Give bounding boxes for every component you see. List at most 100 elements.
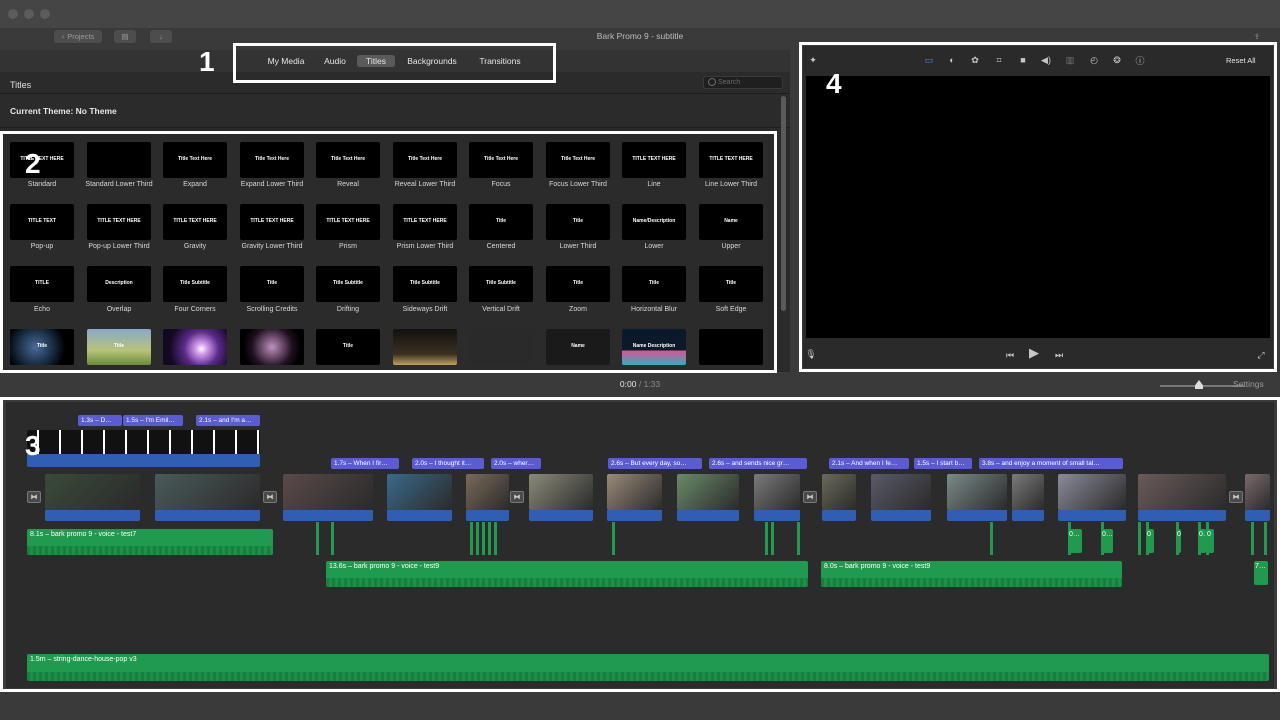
title-tile[interactable] bbox=[240, 329, 304, 365]
title-tile[interactable]: Title bbox=[622, 266, 686, 302]
video-clip[interactable] bbox=[607, 474, 662, 510]
video-clip[interactable] bbox=[283, 474, 373, 510]
title-tile[interactable]: Title bbox=[546, 266, 610, 302]
title-tile[interactable]: TITLE TEXT HERE bbox=[10, 142, 74, 178]
title-tile[interactable]: TITLE TEXT HERE bbox=[163, 204, 227, 240]
video-clip[interactable] bbox=[754, 474, 800, 510]
title-tile[interactable]: Title Text Here bbox=[393, 142, 457, 178]
video-clip[interactable] bbox=[387, 474, 452, 510]
audio-snippet[interactable] bbox=[612, 522, 615, 555]
transition-icon[interactable]: ⧓ bbox=[263, 491, 277, 503]
audio-snippet[interactable] bbox=[1138, 522, 1141, 555]
share-icon[interactable]: ⇪ bbox=[1250, 30, 1264, 43]
audio-clip[interactable]: 0… bbox=[1068, 529, 1082, 553]
video-clip[interactable] bbox=[677, 474, 739, 510]
title-clip[interactable]: 2.1s – And when I fe… bbox=[829, 458, 909, 469]
title-tile[interactable]: Name Description bbox=[622, 329, 686, 365]
skip-back-icon[interactable]: ⏮ bbox=[1003, 349, 1017, 361]
video-clip[interactable] bbox=[155, 474, 260, 510]
browser-scrollbar[interactable] bbox=[781, 96, 786, 311]
preview-screen[interactable] bbox=[806, 76, 1270, 338]
video-clip[interactable] bbox=[1245, 474, 1270, 510]
title-tile[interactable]: Description bbox=[87, 266, 151, 302]
audio-snippet[interactable] bbox=[331, 522, 334, 555]
audio-clip[interactable]: 0 bbox=[1176, 529, 1181, 553]
audio-snippet[interactable] bbox=[482, 522, 485, 555]
audio-snippet[interactable] bbox=[470, 522, 473, 555]
audio-clip[interactable]: 7… bbox=[1254, 561, 1268, 585]
title-tile[interactable] bbox=[699, 329, 763, 365]
tab-backgrounds[interactable]: Backgrounds bbox=[404, 55, 460, 67]
play-icon[interactable]: ▶ bbox=[1027, 345, 1041, 360]
video-clip[interactable] bbox=[1138, 474, 1226, 510]
title-tile[interactable]: TITLE TEXT HERE bbox=[240, 204, 304, 240]
title-tile[interactable]: Title Subtitle bbox=[316, 266, 380, 302]
audio-snippet[interactable] bbox=[494, 522, 497, 555]
title-tile[interactable]: Title bbox=[10, 329, 74, 365]
title-tile[interactable]: Title Text Here bbox=[316, 142, 380, 178]
audio-snippet[interactable] bbox=[797, 522, 800, 555]
title-tile[interactable]: Name/Description bbox=[622, 204, 686, 240]
title-tile[interactable]: TITLE TEXT HERE bbox=[622, 142, 686, 178]
title-clip[interactable]: 2.0s – I thought it… bbox=[412, 458, 484, 469]
title-tile[interactable]: Title bbox=[316, 329, 380, 365]
title-tile[interactable]: TITLE TEXT bbox=[10, 204, 74, 240]
video-clip[interactable] bbox=[45, 474, 140, 510]
tab-my-media[interactable]: My Media bbox=[262, 55, 310, 67]
transition-icon[interactable]: ⧓ bbox=[510, 491, 524, 503]
audio-snippet[interactable] bbox=[765, 522, 768, 555]
title-tile[interactable]: TITLE TEXT HERE bbox=[699, 142, 763, 178]
tab-audio[interactable]: Audio bbox=[320, 55, 350, 67]
reset-all-button[interactable]: Reset All bbox=[1226, 56, 1256, 65]
title-tile[interactable]: Title Subtitle bbox=[393, 266, 457, 302]
audio-clip[interactable]: 0 bbox=[1206, 529, 1214, 553]
title-tile[interactable]: TITLE bbox=[10, 266, 74, 302]
title-tile[interactable] bbox=[87, 142, 151, 178]
color-palette-icon[interactable]: ✿ bbox=[968, 54, 982, 66]
color-balance-icon[interactable]: ◐ bbox=[945, 54, 959, 66]
video-clip[interactable] bbox=[466, 474, 509, 510]
title-clip[interactable]: 1.5s – I'm Emil… bbox=[123, 415, 183, 426]
settings-button[interactable]: Settings bbox=[1233, 379, 1264, 389]
title-tile[interactable]: Name bbox=[546, 329, 610, 365]
fullscreen-icon[interactable]: ⤢ bbox=[1254, 349, 1268, 361]
title-tile[interactable]: TITLE TEXT HERE bbox=[393, 204, 457, 240]
equalizer-icon[interactable]: ▥ bbox=[1063, 54, 1077, 66]
magic-wand-icon[interactable]: ✦ bbox=[806, 54, 820, 66]
title-strip[interactable] bbox=[27, 430, 260, 454]
transition-icon[interactable]: ⧓ bbox=[803, 491, 817, 503]
title-tile[interactable]: Name bbox=[699, 204, 763, 240]
skip-forward-icon[interactable]: ⏭ bbox=[1052, 349, 1066, 361]
window-controls[interactable] bbox=[8, 9, 50, 19]
title-tile[interactable]: Title Text Here bbox=[546, 142, 610, 178]
transition-icon[interactable]: ⧓ bbox=[1229, 491, 1243, 503]
crop-icon[interactable]: ⌗ bbox=[992, 54, 1006, 66]
audio-snippet[interactable] bbox=[316, 522, 319, 555]
title-tile[interactable]: Title Subtitle bbox=[163, 266, 227, 302]
audio-snippet[interactable] bbox=[1264, 522, 1267, 555]
audio-clip[interactable]: 8.0s – bark promo 9 - voice - test9 bbox=[821, 561, 1122, 587]
tab-titles[interactable]: Titles bbox=[357, 55, 395, 67]
title-tile[interactable] bbox=[393, 329, 457, 365]
audio-snippet[interactable] bbox=[1251, 522, 1254, 555]
audio-clip[interactable]: 0… bbox=[1198, 529, 1206, 553]
info-icon[interactable]: ⓘ bbox=[1133, 54, 1147, 66]
title-clip[interactable]: 2.6s – But every day, so… bbox=[608, 458, 702, 469]
title-tile[interactable]: Title bbox=[699, 266, 763, 302]
audio-snippet[interactable] bbox=[771, 522, 774, 555]
audio-snippet[interactable] bbox=[990, 522, 993, 555]
volume-icon[interactable]: ◀) bbox=[1039, 54, 1053, 66]
title-clip[interactable]: 2.1s – and I'm a… bbox=[196, 415, 260, 426]
crop-to-fill-icon[interactable]: ▭ bbox=[922, 54, 936, 66]
audio-clip[interactable]: 8.1s – bark promo 9 - voice - test7 bbox=[27, 529, 273, 555]
video-clip[interactable] bbox=[947, 474, 1007, 510]
video-clip[interactable] bbox=[1058, 474, 1126, 510]
video-clip[interactable] bbox=[871, 474, 931, 510]
audio-clip[interactable]: 13.6s – bark promo 9 - voice - test9 bbox=[326, 561, 808, 587]
audio-clip[interactable]: 0 bbox=[1146, 529, 1154, 553]
video-clip[interactable] bbox=[822, 474, 856, 510]
title-tile[interactable]: Title Text Here bbox=[163, 142, 227, 178]
transition-icon[interactable]: ⧓ bbox=[27, 491, 41, 503]
filter-icon[interactable]: ❂ bbox=[1110, 54, 1124, 66]
title-tile[interactable] bbox=[163, 329, 227, 365]
